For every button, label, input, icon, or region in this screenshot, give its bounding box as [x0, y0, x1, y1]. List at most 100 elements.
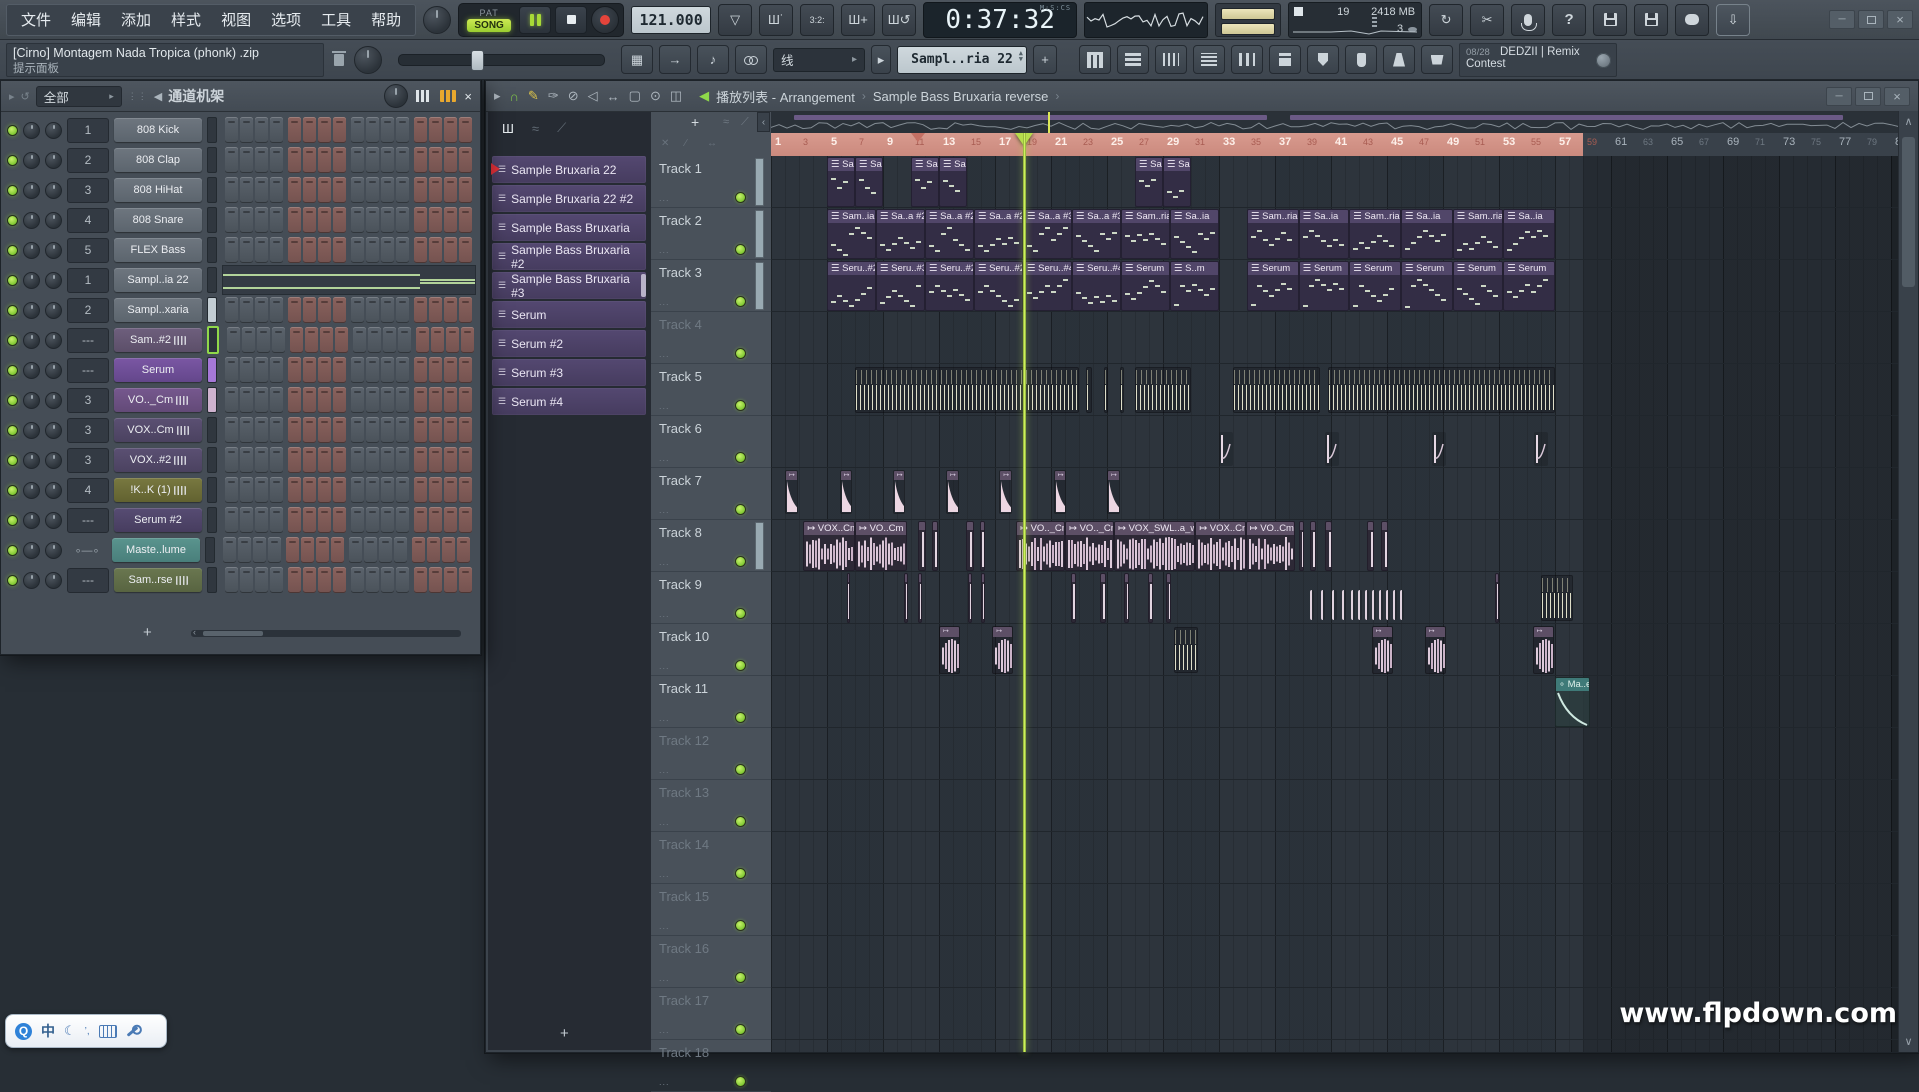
- step-button[interactable]: [255, 117, 268, 143]
- clip-pat[interactable]: ☰ Seru..#4: [1023, 261, 1072, 311]
- step-button[interactable]: [225, 297, 238, 323]
- clip-rev[interactable]: [1219, 432, 1233, 466]
- channel-button[interactable]: !K..K (1): [114, 478, 202, 502]
- track-options[interactable]: ...: [659, 609, 670, 619]
- track-header[interactable]: Track 15...: [651, 884, 771, 936]
- track-enable-led[interactable]: [735, 556, 746, 567]
- minimize-button[interactable]: ─: [1829, 10, 1855, 29]
- clip-pat[interactable]: ☰ Sam..#2: [827, 157, 855, 207]
- clip-pat[interactable]: ☰ Seru..#4: [1072, 261, 1121, 311]
- menu-item-视图[interactable]: 视图: [211, 9, 261, 30]
- add-channel-button[interactable]: +: [143, 624, 152, 641]
- ruler-bar-number[interactable]: 75: [1811, 137, 1821, 147]
- track-name[interactable]: Track 13: [659, 785, 709, 800]
- channel-button[interactable]: Sampl..ia 22: [114, 268, 202, 292]
- time-display[interactable]: 0:37:32 M:S:CS: [923, 2, 1077, 38]
- step-button[interactable]: [353, 327, 366, 353]
- channel-mixer-target[interactable]: 1: [67, 268, 109, 293]
- step-button[interactable]: [381, 177, 394, 203]
- playlist-toolbar[interactable]: ▸ ∩ ✎ ✑ ⊘ ◁ ↔ ▢ ⊙ ◫ ◀ 播放列表 - Arrangement…: [486, 81, 1918, 112]
- channel-enable-led[interactable]: [7, 245, 18, 256]
- step-button[interactable]: [288, 567, 301, 593]
- pattern-item[interactable]: ☰Serum #4: [492, 388, 646, 415]
- step-button[interactable]: [288, 417, 301, 443]
- track-header[interactable]: Track 10...: [651, 624, 771, 676]
- step-button[interactable]: [381, 567, 394, 593]
- step-button[interactable]: [288, 177, 301, 203]
- audio-filter-icon[interactable]: ≈: [723, 116, 729, 128]
- tempo-display[interactable]: 121.000: [631, 6, 711, 34]
- channel-volume-knob[interactable]: [45, 392, 62, 409]
- step-button[interactable]: [366, 177, 379, 203]
- clip-blob[interactable]: ↦: [1533, 626, 1554, 674]
- channel-volume-knob[interactable]: [45, 332, 62, 349]
- step-button[interactable]: [368, 327, 381, 353]
- clip-pat[interactable]: ☰ Sa..ia: [1503, 209, 1555, 259]
- undo-icon[interactable]: ↺: [21, 90, 30, 103]
- track-header[interactable]: Track 5...: [651, 364, 771, 416]
- step-button[interactable]: [381, 117, 394, 143]
- step-button[interactable]: [225, 507, 238, 533]
- ruler-bar-number[interactable]: 59: [1587, 137, 1597, 147]
- step-button[interactable]: [351, 387, 364, 413]
- ruler-bar-number[interactable]: 21: [1055, 136, 1067, 148]
- step-button[interactable]: [446, 327, 459, 353]
- loop-record-icon[interactable]: Ш↺: [882, 4, 916, 36]
- track-enable-led[interactable]: [735, 1076, 746, 1087]
- channel-mixer-target[interactable]: 3: [67, 418, 109, 443]
- step-button[interactable]: [381, 387, 394, 413]
- step-button[interactable]: [286, 537, 299, 563]
- step-button[interactable]: [303, 387, 316, 413]
- track-header[interactable]: Track 8...: [651, 520, 771, 572]
- step-button[interactable]: [351, 507, 364, 533]
- ruler-bar-number[interactable]: 7: [859, 137, 864, 147]
- step-button[interactable]: [223, 537, 236, 563]
- clip-pat[interactable]: ☰ Serum: [1247, 261, 1299, 311]
- add-pattern-button[interactable]: +: [1033, 45, 1057, 74]
- step-button[interactable]: [414, 387, 427, 413]
- channel-volume-knob[interactable]: [45, 452, 62, 469]
- track-options[interactable]: ...: [659, 401, 670, 411]
- track-name[interactable]: Track 1: [659, 161, 702, 176]
- step-button[interactable]: [225, 147, 238, 173]
- step-button[interactable]: [270, 417, 283, 443]
- track-enable-led[interactable]: [735, 608, 746, 619]
- step-button[interactable]: [444, 477, 457, 503]
- pattern-prev-icon[interactable]: ▸: [871, 45, 891, 74]
- ruler-bar-number[interactable]: 27: [1139, 137, 1149, 147]
- magnet-icon[interactable]: ∩: [510, 89, 519, 104]
- step-button[interactable]: [381, 297, 394, 323]
- step-button[interactable]: [429, 447, 442, 473]
- step-button[interactable]: [240, 507, 253, 533]
- step-button[interactable]: [459, 387, 472, 413]
- channel-button[interactable]: VOX..Cm: [114, 418, 202, 442]
- clip-mark[interactable]: [1332, 590, 1336, 620]
- clip-env[interactable]: ↦: [1107, 470, 1120, 514]
- slip-tool-icon[interactable]: ↔: [607, 89, 620, 104]
- step-button[interactable]: [429, 357, 442, 383]
- clip-slice[interactable]: [1148, 573, 1154, 623]
- step-button[interactable]: [427, 537, 440, 563]
- step-button[interactable]: [318, 477, 331, 503]
- channel-button[interactable]: 808 Snare: [114, 208, 202, 232]
- channel-enable-led[interactable]: [7, 185, 18, 196]
- step-button[interactable]: [459, 447, 472, 473]
- step-button[interactable]: [255, 237, 268, 263]
- track-enable-led[interactable]: [735, 1024, 746, 1035]
- step-button[interactable]: [396, 117, 409, 143]
- picker-panel-icon[interactable]: [1079, 45, 1111, 74]
- clip-rev[interactable]: [1432, 432, 1446, 466]
- slice-icon[interactable]: ∕: [685, 138, 687, 149]
- step-button[interactable]: [414, 297, 427, 323]
- track-options[interactable]: ...: [659, 557, 670, 567]
- clip-ticks[interactable]: [1120, 367, 1124, 413]
- step-button[interactable]: [381, 237, 394, 263]
- clip-ticks[interactable]: [1541, 575, 1573, 621]
- clip-slice[interactable]: [918, 573, 922, 623]
- restore-button[interactable]: [1855, 87, 1881, 106]
- step-button[interactable]: [270, 177, 283, 203]
- channel-volume-knob[interactable]: [45, 512, 62, 529]
- step-button[interactable]: [240, 357, 253, 383]
- ime-toolbar[interactable]: Q 中 ☾ ’,: [5, 1014, 167, 1048]
- step-button[interactable]: [333, 417, 346, 443]
